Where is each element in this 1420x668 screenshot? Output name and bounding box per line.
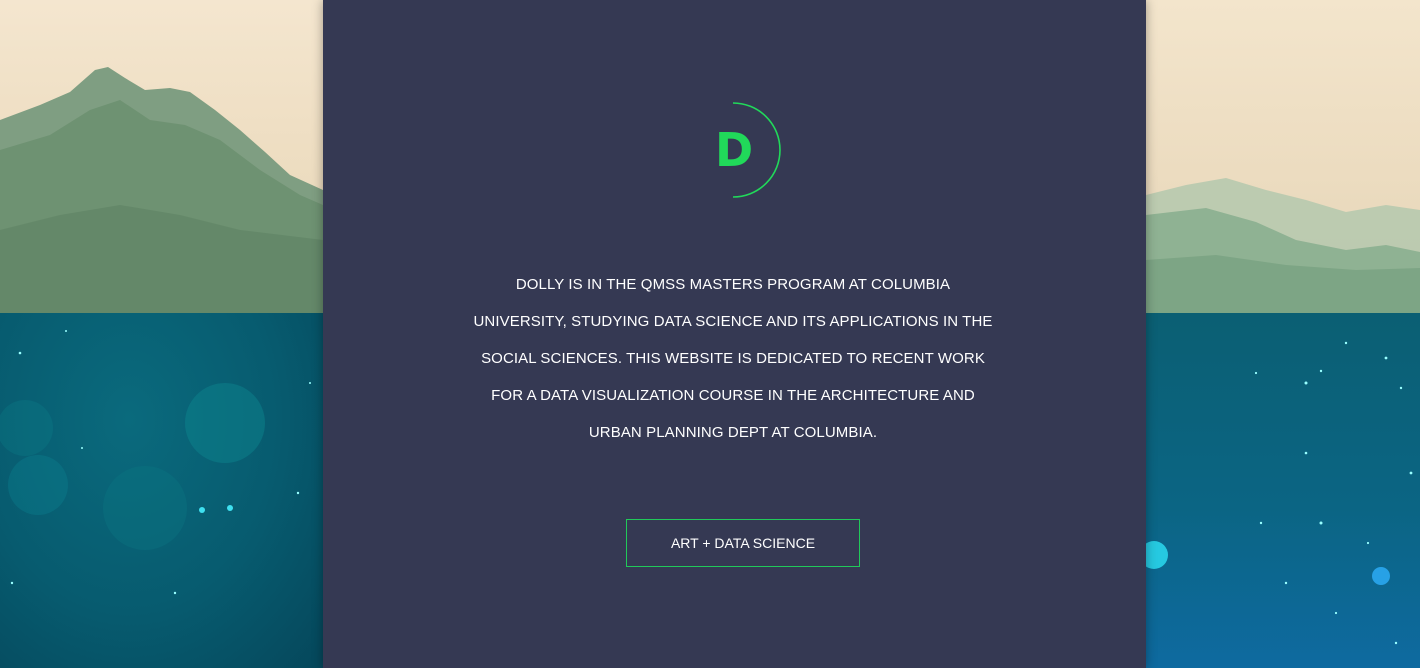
- content-panel: D DOLLY IS IN THE QMSS MASTERS PROGRAM A…: [323, 0, 1146, 668]
- ocean-background-right: [1146, 313, 1420, 668]
- art-data-science-button[interactable]: ART + DATA SCIENCE: [626, 519, 860, 567]
- page: D DOLLY IS IN THE QMSS MASTERS PROGRAM A…: [0, 0, 1420, 668]
- logo[interactable]: D: [693, 100, 783, 200]
- mountain-background-right: [1146, 0, 1420, 313]
- logo-letter: D: [715, 123, 754, 177]
- bio-text: DOLLY IS IN THE QMSS MASTERS PROGRAM AT …: [473, 276, 993, 441]
- ocean-background-left: [0, 313, 323, 668]
- mountain-background-left: [0, 0, 323, 313]
